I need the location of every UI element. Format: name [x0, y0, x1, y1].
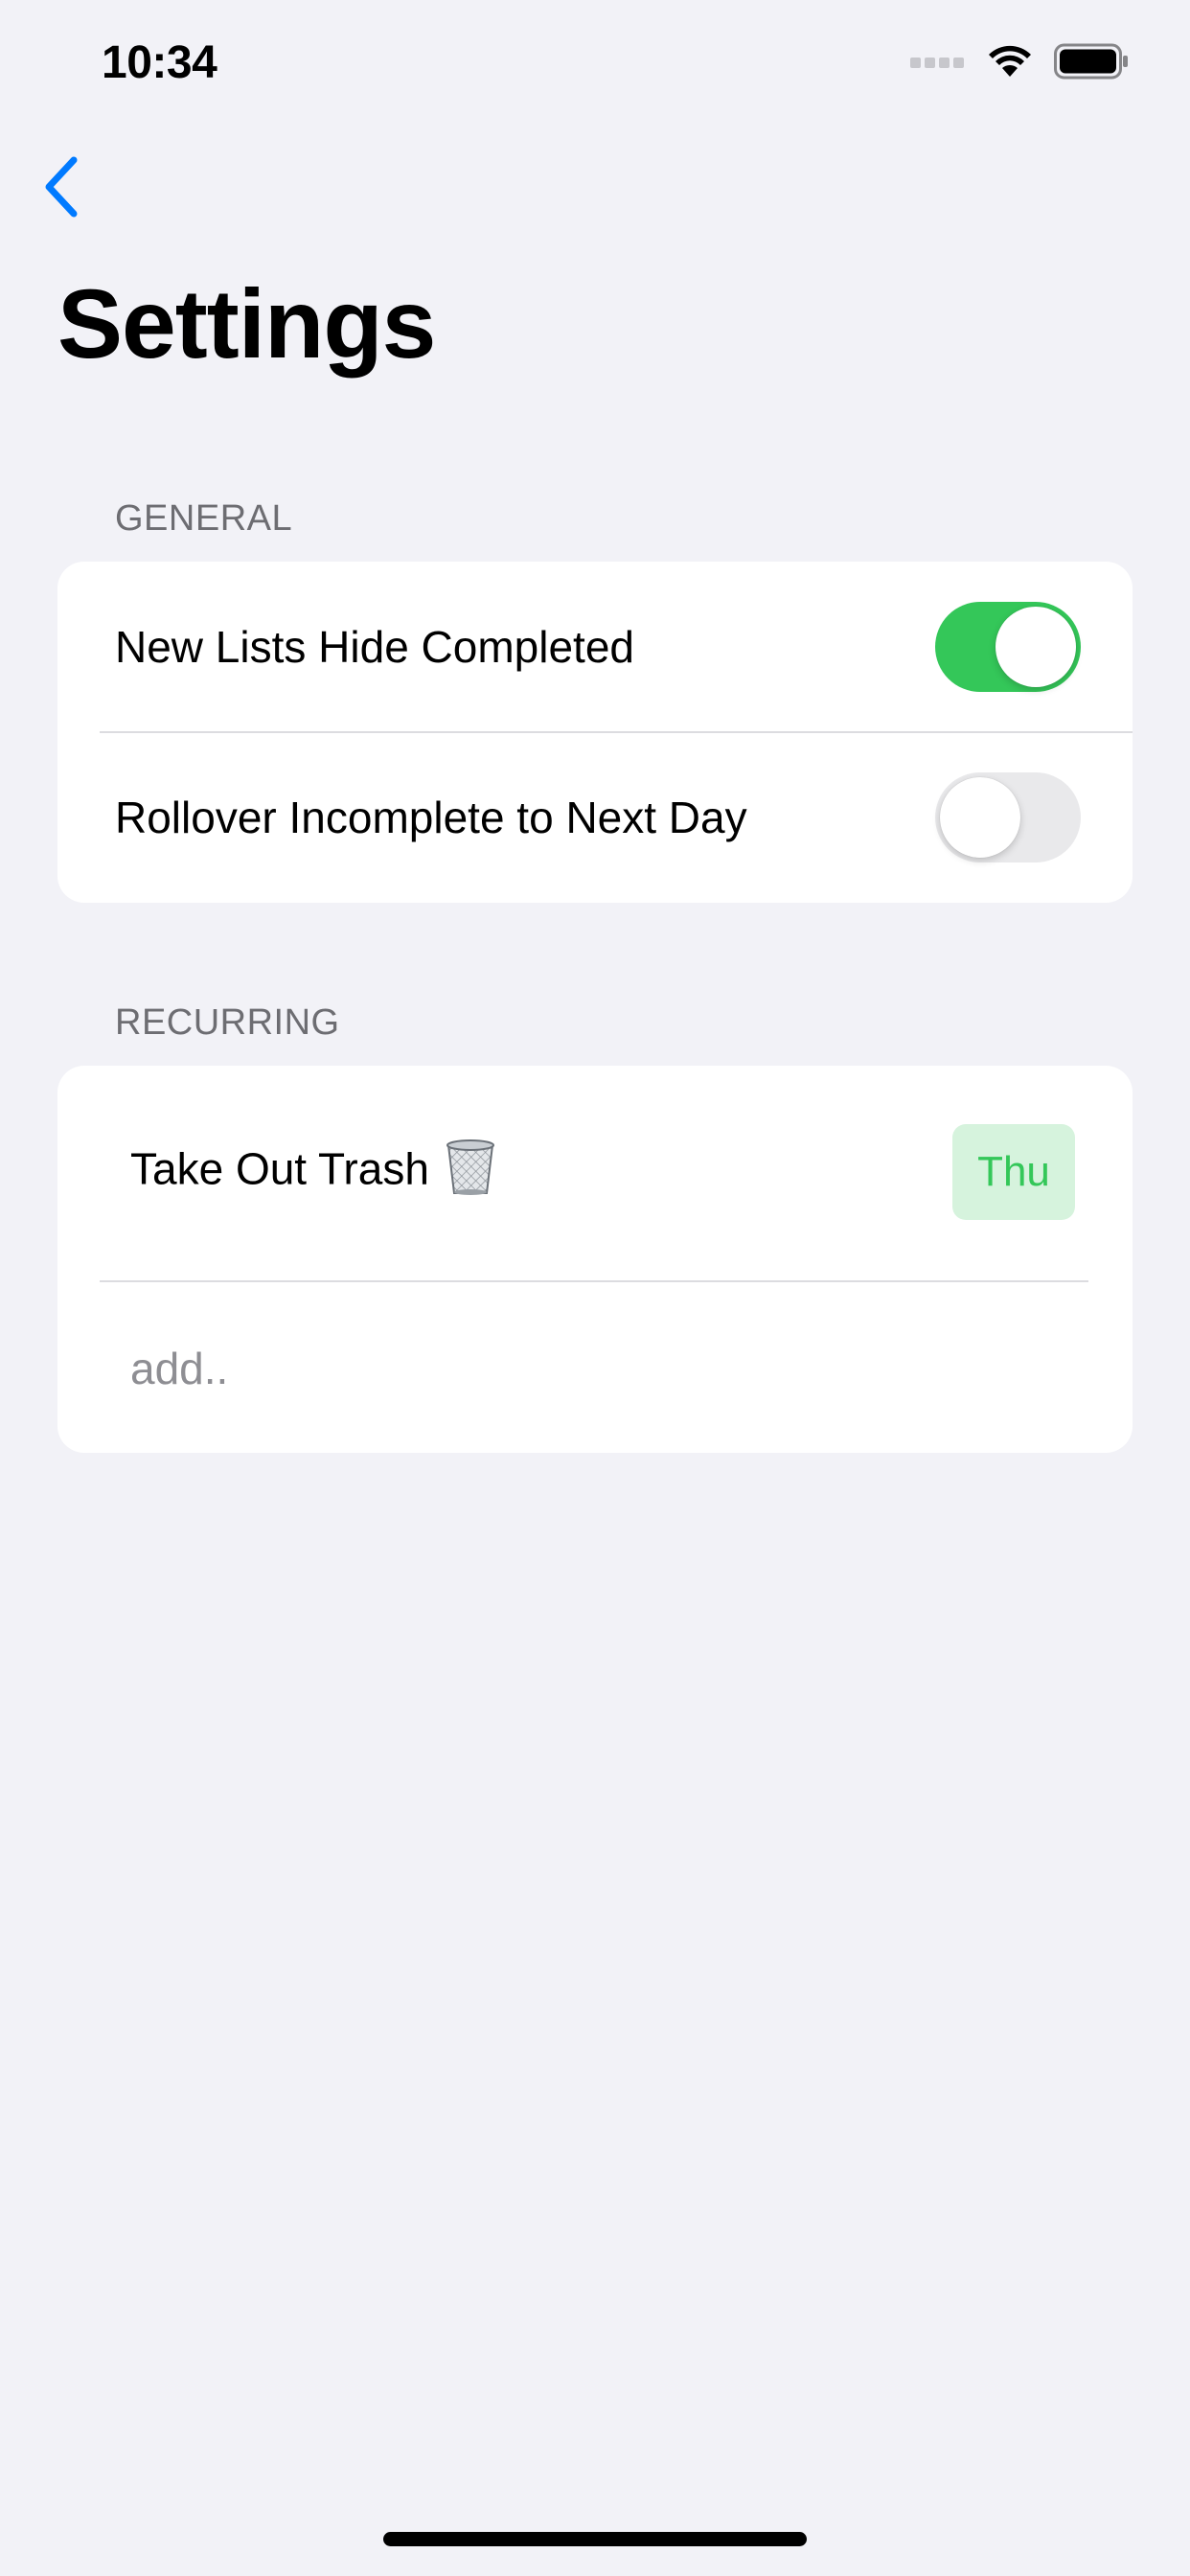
general-section-header: GENERAL: [115, 498, 293, 539]
chevron-left-icon: [41, 156, 80, 222]
toggle-knob: [940, 777, 1020, 858]
hide-completed-toggle[interactable]: [935, 602, 1081, 692]
setting-label-rollover: Rollover Incomplete to Next Day: [115, 793, 747, 842]
general-settings-group: New Lists Hide Completed Rollover Incomp…: [57, 562, 1133, 903]
recurring-item-row[interactable]: Take Out Trash Thu: [57, 1066, 1133, 1278]
setting-row-hide-completed: New Lists Hide Completed: [57, 562, 1133, 732]
status-icons: [910, 43, 1129, 84]
setting-label-hide-completed: New Lists Hide Completed: [115, 622, 635, 672]
recurring-group: Take Out Trash Thu: [57, 1066, 1133, 1453]
recurring-section-header: RECURRING: [115, 1002, 340, 1043]
toggle-knob: [995, 607, 1076, 687]
status-bar: 10:34: [0, 0, 1190, 134]
home-indicator[interactable]: [383, 2532, 807, 2546]
recurring-day-badge[interactable]: Thu: [952, 1124, 1075, 1220]
recurring-item-label: Take Out Trash: [130, 1138, 498, 1208]
back-button[interactable]: [27, 153, 94, 225]
rollover-toggle[interactable]: [935, 772, 1081, 862]
cellular-signal-icon: [910, 54, 966, 74]
setting-row-rollover: Rollover Incomplete to Next Day: [57, 732, 1133, 903]
add-recurring-row: [57, 1282, 1133, 1453]
battery-icon: [1054, 43, 1129, 84]
wifi-icon: [987, 44, 1033, 83]
status-time: 10:34: [102, 37, 217, 88]
page-title: Settings: [57, 269, 436, 379]
add-recurring-input[interactable]: [130, 1343, 993, 1394]
wastebasket-icon: [443, 1138, 498, 1208]
